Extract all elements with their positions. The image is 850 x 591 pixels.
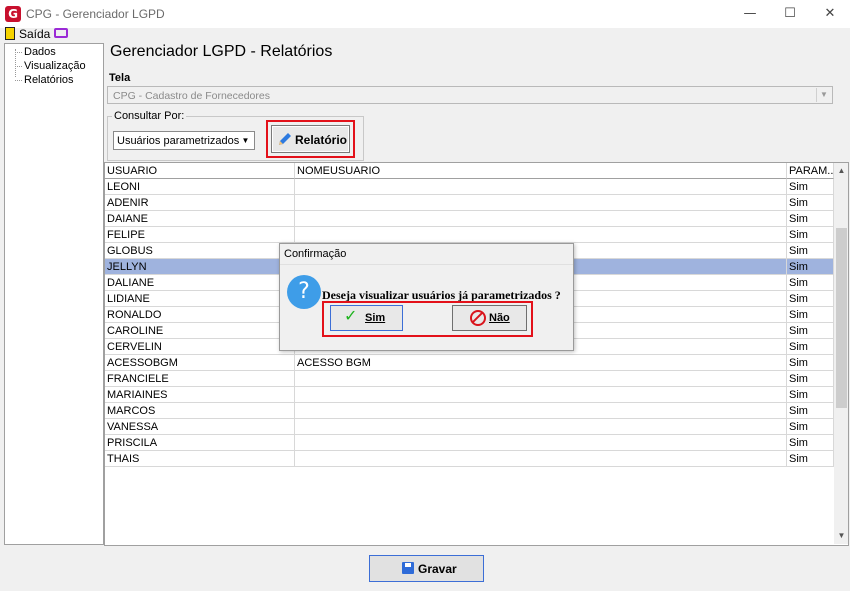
table-cell[interactable]: Sim [787, 179, 834, 195]
window-title: CPG - Gerenciador LGPD [26, 7, 165, 21]
exit-menu-item[interactable]: Saída [19, 27, 50, 41]
table-cell[interactable]: MARIAINES [105, 387, 295, 403]
table-cell[interactable] [295, 435, 787, 451]
tree-item-relatorios[interactable]: Relatórios [24, 74, 74, 86]
table-cell[interactable] [295, 179, 787, 195]
check-icon: ✓ [344, 306, 358, 325]
table-cell[interactable]: RONALDO [105, 307, 295, 323]
table-cell[interactable]: Sim [787, 435, 834, 451]
app-logo-icon: G [5, 6, 21, 22]
consultar-label: Consultar Por: [112, 110, 187, 122]
maximize-button[interactable]: ☐ [770, 0, 810, 28]
table-cell[interactable]: Sim [787, 339, 834, 355]
table-cell[interactable]: Sim [787, 355, 834, 371]
table-cell[interactable]: LEONI [105, 179, 295, 195]
table-cell[interactable]: DALIANE [105, 275, 295, 291]
table-cell[interactable]: VANESSA [105, 419, 295, 435]
save-icon-label-area [405, 563, 411, 567]
table-cell[interactable]: Sim [787, 291, 834, 307]
table-cell[interactable]: Sim [787, 323, 834, 339]
table-cell[interactable]: FRANCIELE [105, 371, 295, 387]
navigation-tree: Dados Visualização Relatórios [4, 43, 104, 545]
table-cell[interactable]: Sim [787, 403, 834, 419]
tree-item-visualizacao[interactable]: Visualização [24, 60, 86, 72]
table-cell[interactable] [295, 387, 787, 403]
column-header-nomeusuario[interactable]: NOMEUSUARIO [295, 163, 787, 179]
table-cell[interactable] [295, 371, 787, 387]
tela-label: Tela [109, 72, 131, 84]
tree-item-dados[interactable]: Dados [24, 46, 56, 58]
table-cell[interactable]: JELLYN [105, 259, 295, 275]
question-icon: ? [287, 275, 321, 309]
table-cell[interactable]: Sim [787, 195, 834, 211]
gravar-button-label: Gravar [418, 562, 457, 576]
table-cell[interactable]: LIDIANE [105, 291, 295, 307]
table-cell[interactable]: THAIS [105, 451, 295, 467]
table-cell[interactable] [295, 195, 787, 211]
table-cell[interactable]: ADENIR [105, 195, 295, 211]
table-cell[interactable] [295, 211, 787, 227]
dialog-title: Confirmação [284, 248, 347, 260]
table-cell[interactable]: Sim [787, 419, 834, 435]
table-cell[interactable]: FELIPE [105, 227, 295, 243]
no-button-label: Não [489, 312, 510, 324]
consultar-select-value: Usuários parametrizados [117, 135, 240, 147]
exit-door-icon[interactable] [5, 27, 15, 40]
page-title: Gerenciador LGPD - Relatórios [110, 43, 333, 60]
chevron-down-icon[interactable]: ▼ [816, 88, 831, 102]
monitor-icon[interactable] [54, 28, 68, 38]
table-cell[interactable]: Sim [787, 275, 834, 291]
table-cell[interactable]: Sim [787, 259, 834, 275]
column-header-usuario[interactable]: USUARIO [105, 163, 295, 179]
table-cell[interactable]: Sim [787, 211, 834, 227]
scrollbar-thumb[interactable] [836, 228, 847, 408]
table-cell[interactable] [295, 451, 787, 467]
scroll-down-icon[interactable]: ▼ [836, 530, 847, 542]
users-table[interactable]: USUARIO NOMEUSUARIO PARAM... LEONI Sim ADE… [104, 162, 849, 546]
relatorio-button-label: Relatório [295, 133, 348, 147]
table-cell[interactable]: CERVELIN [105, 339, 295, 355]
table-cell[interactable]: Sim [787, 307, 834, 323]
pencil-icon [279, 133, 291, 145]
table-cell[interactable]: Sim [787, 451, 834, 467]
table-cell[interactable]: GLOBUS [105, 243, 295, 259]
close-button[interactable]: ✕ [810, 0, 850, 28]
table-cell[interactable]: Sim [787, 243, 834, 259]
yes-button-label: Sim [365, 312, 386, 324]
menu-bar [0, 28, 850, 42]
table-cell[interactable]: Sim [787, 371, 834, 387]
table-cell[interactable]: DAIANE [105, 211, 295, 227]
column-header-param[interactable]: PARAM... [787, 163, 834, 179]
scroll-up-icon[interactable]: ▲ [836, 165, 847, 177]
table-cell[interactable]: CAROLINE [105, 323, 295, 339]
dialog-divider [280, 264, 573, 265]
table-cell[interactable] [295, 227, 787, 243]
table-cell[interactable]: Sim [787, 227, 834, 243]
table-cell[interactable] [295, 419, 787, 435]
table-cell[interactable]: ACESSOBGM [105, 355, 295, 371]
tela-select-value: CPG - Cadastro de Fornecedores [113, 90, 270, 102]
table-cell[interactable] [295, 403, 787, 419]
chevron-down-icon[interactable]: ▼ [238, 133, 253, 148]
table-cell[interactable]: PRISCILA [105, 435, 295, 451]
table-cell[interactable]: Sim [787, 387, 834, 403]
table-cell[interactable]: ACESSO BGM [295, 355, 787, 371]
table-cell[interactable]: MARCOS [105, 403, 295, 419]
minimize-button[interactable]: — [730, 0, 770, 28]
